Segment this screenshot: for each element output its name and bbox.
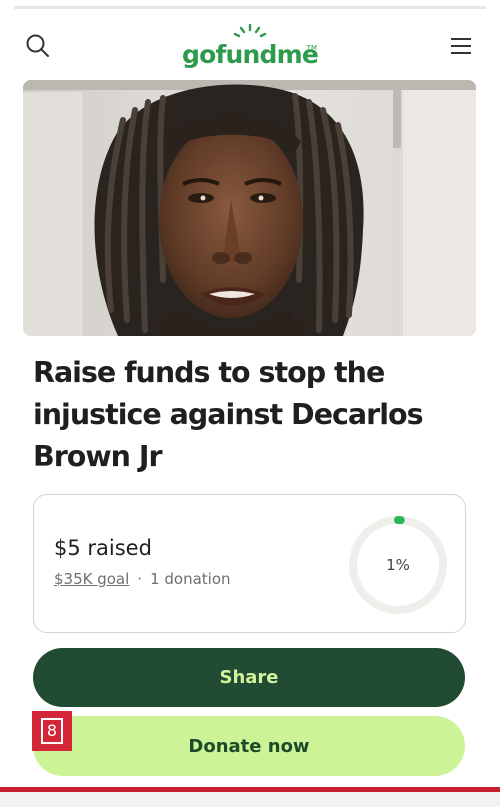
menu-button[interactable] (448, 34, 474, 58)
search-button[interactable] (24, 32, 52, 60)
meta-separator: · (137, 570, 143, 588)
donation-count: 1 donation (150, 570, 231, 588)
donation-progress-card: $5 raised $35K goal · 1 donation 1% (33, 494, 466, 633)
top-divider (14, 6, 486, 9)
campaign-hero-image[interactable] (23, 80, 476, 336)
element-index-tag: 8 (32, 711, 72, 751)
logo-sun-icon (233, 24, 267, 38)
logo-trademark: TM (306, 44, 317, 52)
amount-raised: $5 raised (54, 536, 152, 560)
goal-and-donations: $35K goal · 1 donation (54, 570, 231, 588)
gofundme-campaign-page: gofundme TM Raise funds to stop the inju… (0, 0, 500, 807)
campaign-title: Raise funds to stop the injustice agains… (33, 356, 424, 473)
progress-percent: 1% (386, 556, 410, 574)
goal-link[interactable]: $35K goal (54, 570, 129, 588)
logo-wordmark: gofundme (181, 40, 319, 69)
gofundme-logo[interactable]: gofundme TM (175, 24, 325, 74)
campaign-photo (23, 80, 476, 336)
donate-now-button[interactable]: Donate now (33, 716, 465, 776)
search-icon (26, 34, 49, 57)
site-header: gofundme TM (0, 14, 500, 80)
progress-ring: 1% (346, 513, 450, 617)
hamburger-menu-icon (451, 38, 471, 54)
bottom-edge (0, 792, 500, 807)
element-index-number: 8 (41, 718, 63, 744)
share-button[interactable]: Share (33, 648, 465, 707)
